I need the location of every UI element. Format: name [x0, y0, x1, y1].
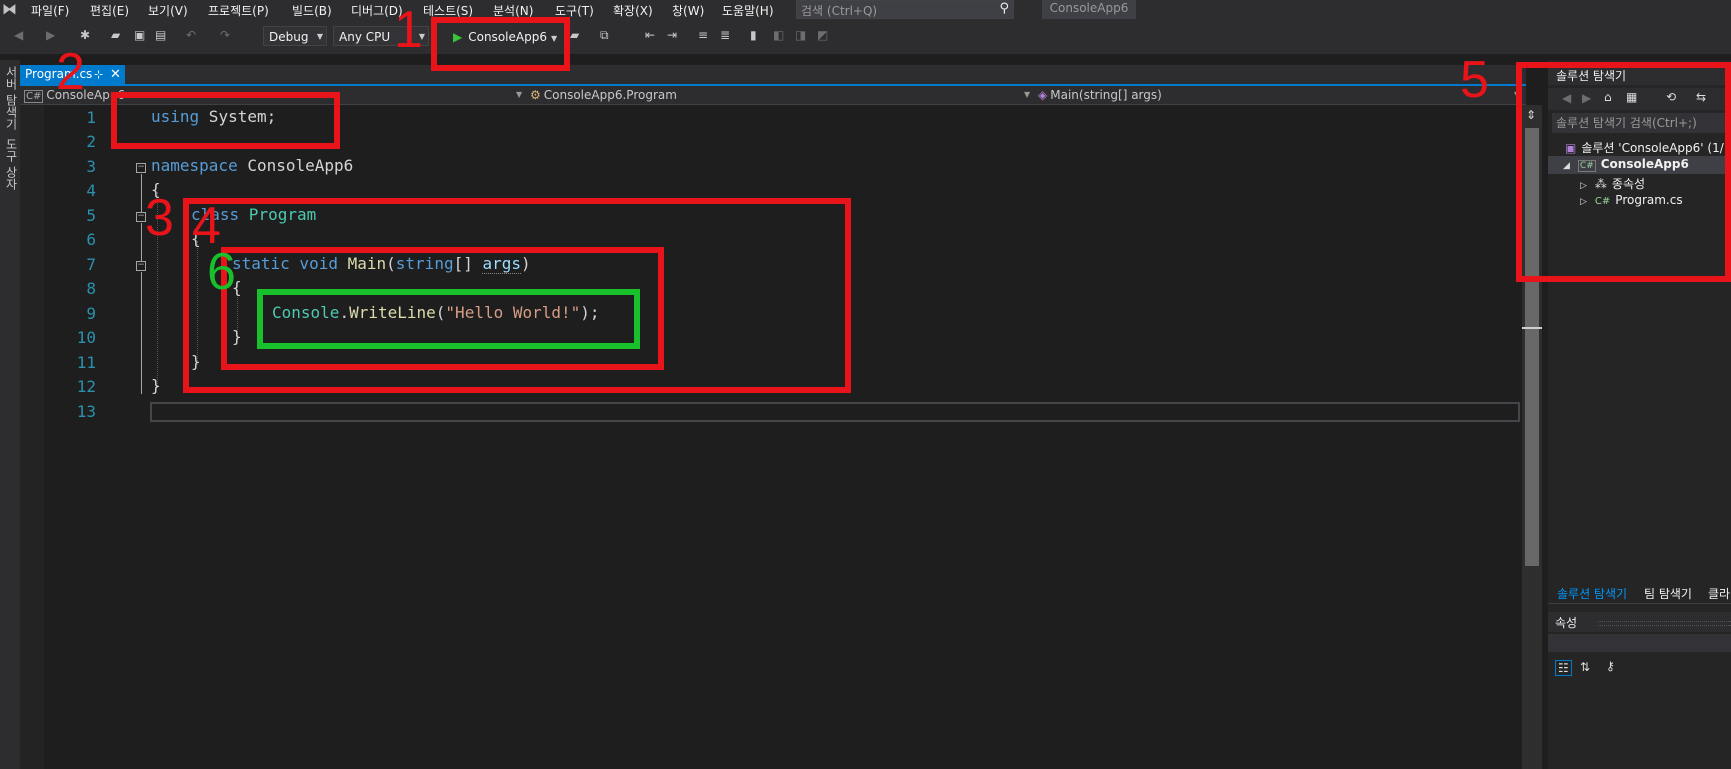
toolbar	[0, 20, 1731, 54]
search-placeholder: 검색 (Ctrl+Q)	[801, 4, 878, 18]
tab-solution-explorer[interactable]: 솔루션 탐색기	[1557, 585, 1627, 602]
window-title: ConsoleApp6	[1042, 0, 1136, 19]
grip	[1598, 621, 1731, 626]
browser-link-icon[interactable]: ⧉	[600, 28, 609, 43]
csharp-icon: C#	[24, 90, 44, 103]
annotation-box-2	[111, 92, 340, 149]
annotation-label-6: 6	[207, 243, 236, 301]
uncomment-icon[interactable]: ≣	[720, 28, 730, 42]
line-number: 5	[86, 206, 96, 225]
document-tab-strip	[20, 65, 1526, 84]
current-line-highlight	[150, 402, 1520, 422]
menu-view[interactable]: 보기(V)	[148, 2, 188, 19]
code-text: ConsoleApp6	[237, 156, 354, 175]
nav-class-label: ConsoleApp6.Program	[543, 88, 677, 102]
platform-value: Any CPU	[339, 30, 391, 44]
next-bookmark-icon[interactable]: ◨	[795, 28, 806, 42]
annotation-label-5: 5	[1460, 51, 1489, 109]
menu-window[interactable]: 창(W)	[672, 2, 704, 19]
redo-icon[interactable]: ↷	[220, 28, 230, 42]
indicator-margin	[20, 105, 44, 769]
pin-icon[interactable]: ⊹	[94, 65, 103, 84]
line-number: 3	[86, 157, 96, 176]
annotation-label-1: 1	[394, 1, 423, 59]
keyword: namespace	[151, 156, 238, 175]
clear-bookmarks-icon[interactable]: ◩	[817, 28, 828, 42]
collapse-method-icon[interactable]: −	[136, 261, 146, 271]
menu-project[interactable]: 프로젝트(P)	[208, 2, 269, 19]
line-number: 12	[76, 377, 96, 396]
menu-file[interactable]: 파일(F)	[31, 2, 69, 19]
nav-class-dropdown[interactable]: ⚙ ConsoleApp6.Program	[530, 86, 677, 104]
method-icon: ◈	[1038, 88, 1048, 102]
save-all-icon[interactable]: ▤	[155, 28, 166, 42]
properties-title: 속성	[1555, 616, 1578, 630]
bookmark-icon[interactable]: ▮	[750, 28, 757, 42]
code-line-3: namespace ConsoleApp6	[151, 156, 353, 175]
line-number: 4	[86, 181, 96, 200]
toolbox-tab[interactable]: 도구 상자	[3, 138, 20, 190]
line-number: 10	[76, 328, 96, 347]
chevron-down-icon: ▼	[316, 32, 323, 41]
class-icon: ⚙	[530, 88, 541, 102]
open-file-icon[interactable]: ▰	[111, 28, 120, 42]
chevron-down-icon: ▼	[1024, 90, 1031, 99]
chevron-down-icon: ▼	[516, 90, 523, 99]
properties-header: 속성	[1548, 612, 1731, 632]
folder-icon[interactable]: ▰	[570, 28, 579, 42]
divider	[1548, 603, 1731, 604]
search-input[interactable]: 검색 (Ctrl+Q) ⚲	[796, 0, 1014, 19]
line-number: 6	[86, 230, 96, 249]
menu-extensions[interactable]: 확장(X)	[613, 2, 653, 19]
annotation-box-1	[431, 17, 570, 71]
outdent-icon[interactable]: ⇥	[667, 28, 677, 42]
configuration-value: Debug	[269, 30, 309, 44]
code-line-12: }	[151, 376, 161, 395]
annotation-label-3: 3	[145, 189, 174, 247]
outline-line	[141, 174, 142, 212]
annotation-label-2: 2	[56, 43, 85, 101]
properties-object-select[interactable]	[1548, 634, 1731, 652]
collapse-namespace-icon[interactable]: −	[136, 163, 146, 173]
prev-bookmark-icon[interactable]: ◧	[773, 28, 784, 42]
tab-team-explorer[interactable]: 팀 탐색기	[1644, 585, 1692, 602]
alphabetical-icon[interactable]: ⇅	[1580, 660, 1590, 674]
outline-line	[141, 223, 142, 261]
properties-toolbar: ☷ ⇅ ⚷	[1548, 654, 1731, 684]
line-number: 8	[86, 279, 96, 298]
annotation-box-6	[257, 289, 640, 349]
search-icon: ⚲	[999, 1, 1009, 16]
line-number: 2	[86, 132, 96, 151]
categorized-icon[interactable]: ☷	[1555, 660, 1572, 676]
property-pages-icon[interactable]: ⚷	[1606, 659, 1615, 673]
save-icon[interactable]: ▣	[134, 28, 145, 42]
tab-class-view[interactable]: 클라	[1708, 585, 1730, 602]
configuration-select[interactable]: Debug ▼	[263, 26, 327, 46]
new-item-icon[interactable]: ✱	[80, 28, 90, 42]
menu-help[interactable]: 도움말(H)	[722, 2, 774, 19]
undo-icon[interactable]: ↶	[186, 28, 196, 42]
scroll-position-marker	[1522, 327, 1542, 329]
line-number: 13	[76, 402, 96, 421]
line-number: 9	[86, 304, 96, 323]
line-number: 1	[86, 108, 96, 127]
line-number: 7	[86, 255, 96, 274]
annotation-box-5	[1516, 62, 1731, 282]
back-icon[interactable]: ◀	[14, 28, 23, 42]
server-explorer-tab[interactable]: 서버 탐색기	[3, 66, 20, 130]
outline-line	[141, 272, 142, 394]
visual-studio-logo-icon: ⧓	[2, 0, 17, 18]
indent-icon[interactable]: ⇤	[645, 28, 655, 42]
forward-icon[interactable]: ▶	[46, 28, 55, 42]
nav-member-label: Main(string[] args)	[1050, 88, 1162, 102]
menu-edit[interactable]: 편집(E)	[90, 2, 129, 19]
comment-icon[interactable]: ≡	[698, 28, 708, 42]
nav-member-dropdown[interactable]: ◈ Main(string[] args)	[1038, 86, 1162, 104]
line-number: 11	[76, 353, 96, 372]
menu-build[interactable]: 빌드(B)	[292, 2, 332, 19]
close-icon[interactable]: ✕	[110, 65, 121, 84]
